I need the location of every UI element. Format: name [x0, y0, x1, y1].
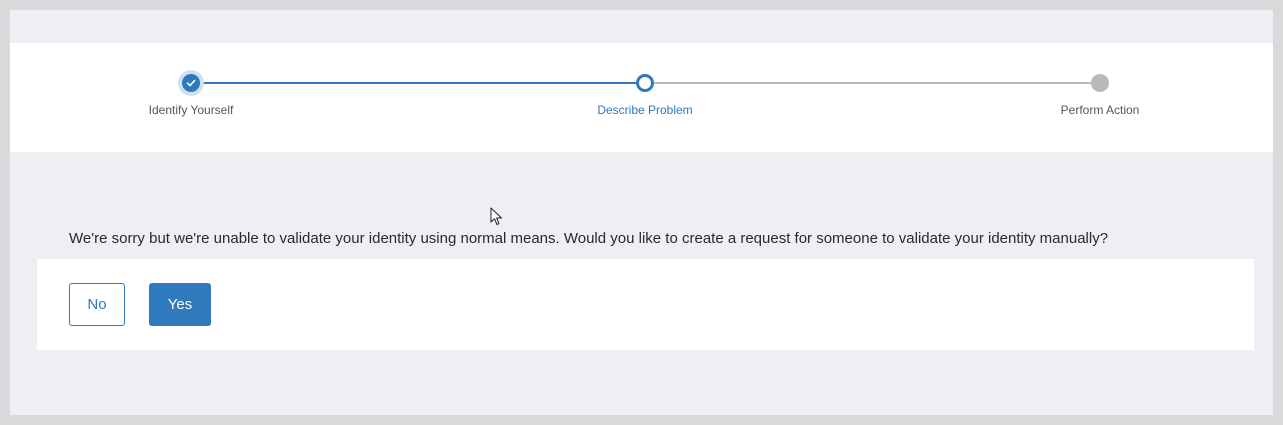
stepper-track-pending [645, 82, 1100, 84]
mouse-cursor-icon [490, 207, 502, 225]
stepper-track-completed [191, 82, 645, 84]
step-label-describe-problem: Describe Problem [597, 103, 693, 117]
step-label-identify-yourself: Identify Yourself [148, 103, 234, 117]
validation-message: We're sorry but we're unable to validate… [69, 230, 1109, 247]
step-2-current-marker [636, 74, 654, 92]
check-icon [186, 79, 196, 87]
yes-button[interactable]: Yes [149, 283, 211, 326]
step-3-pending-marker [1091, 74, 1109, 92]
no-button[interactable]: No [69, 283, 125, 326]
step-label-perform-action: Perform Action [1060, 103, 1140, 117]
progress-stepper: Identify Yourself Describe Problem Perfo… [10, 43, 1273, 152]
app-frame: Identify Yourself Describe Problem Perfo… [10, 10, 1273, 415]
action-panel: No Yes [37, 259, 1254, 350]
step-1-completed-marker [182, 74, 200, 92]
